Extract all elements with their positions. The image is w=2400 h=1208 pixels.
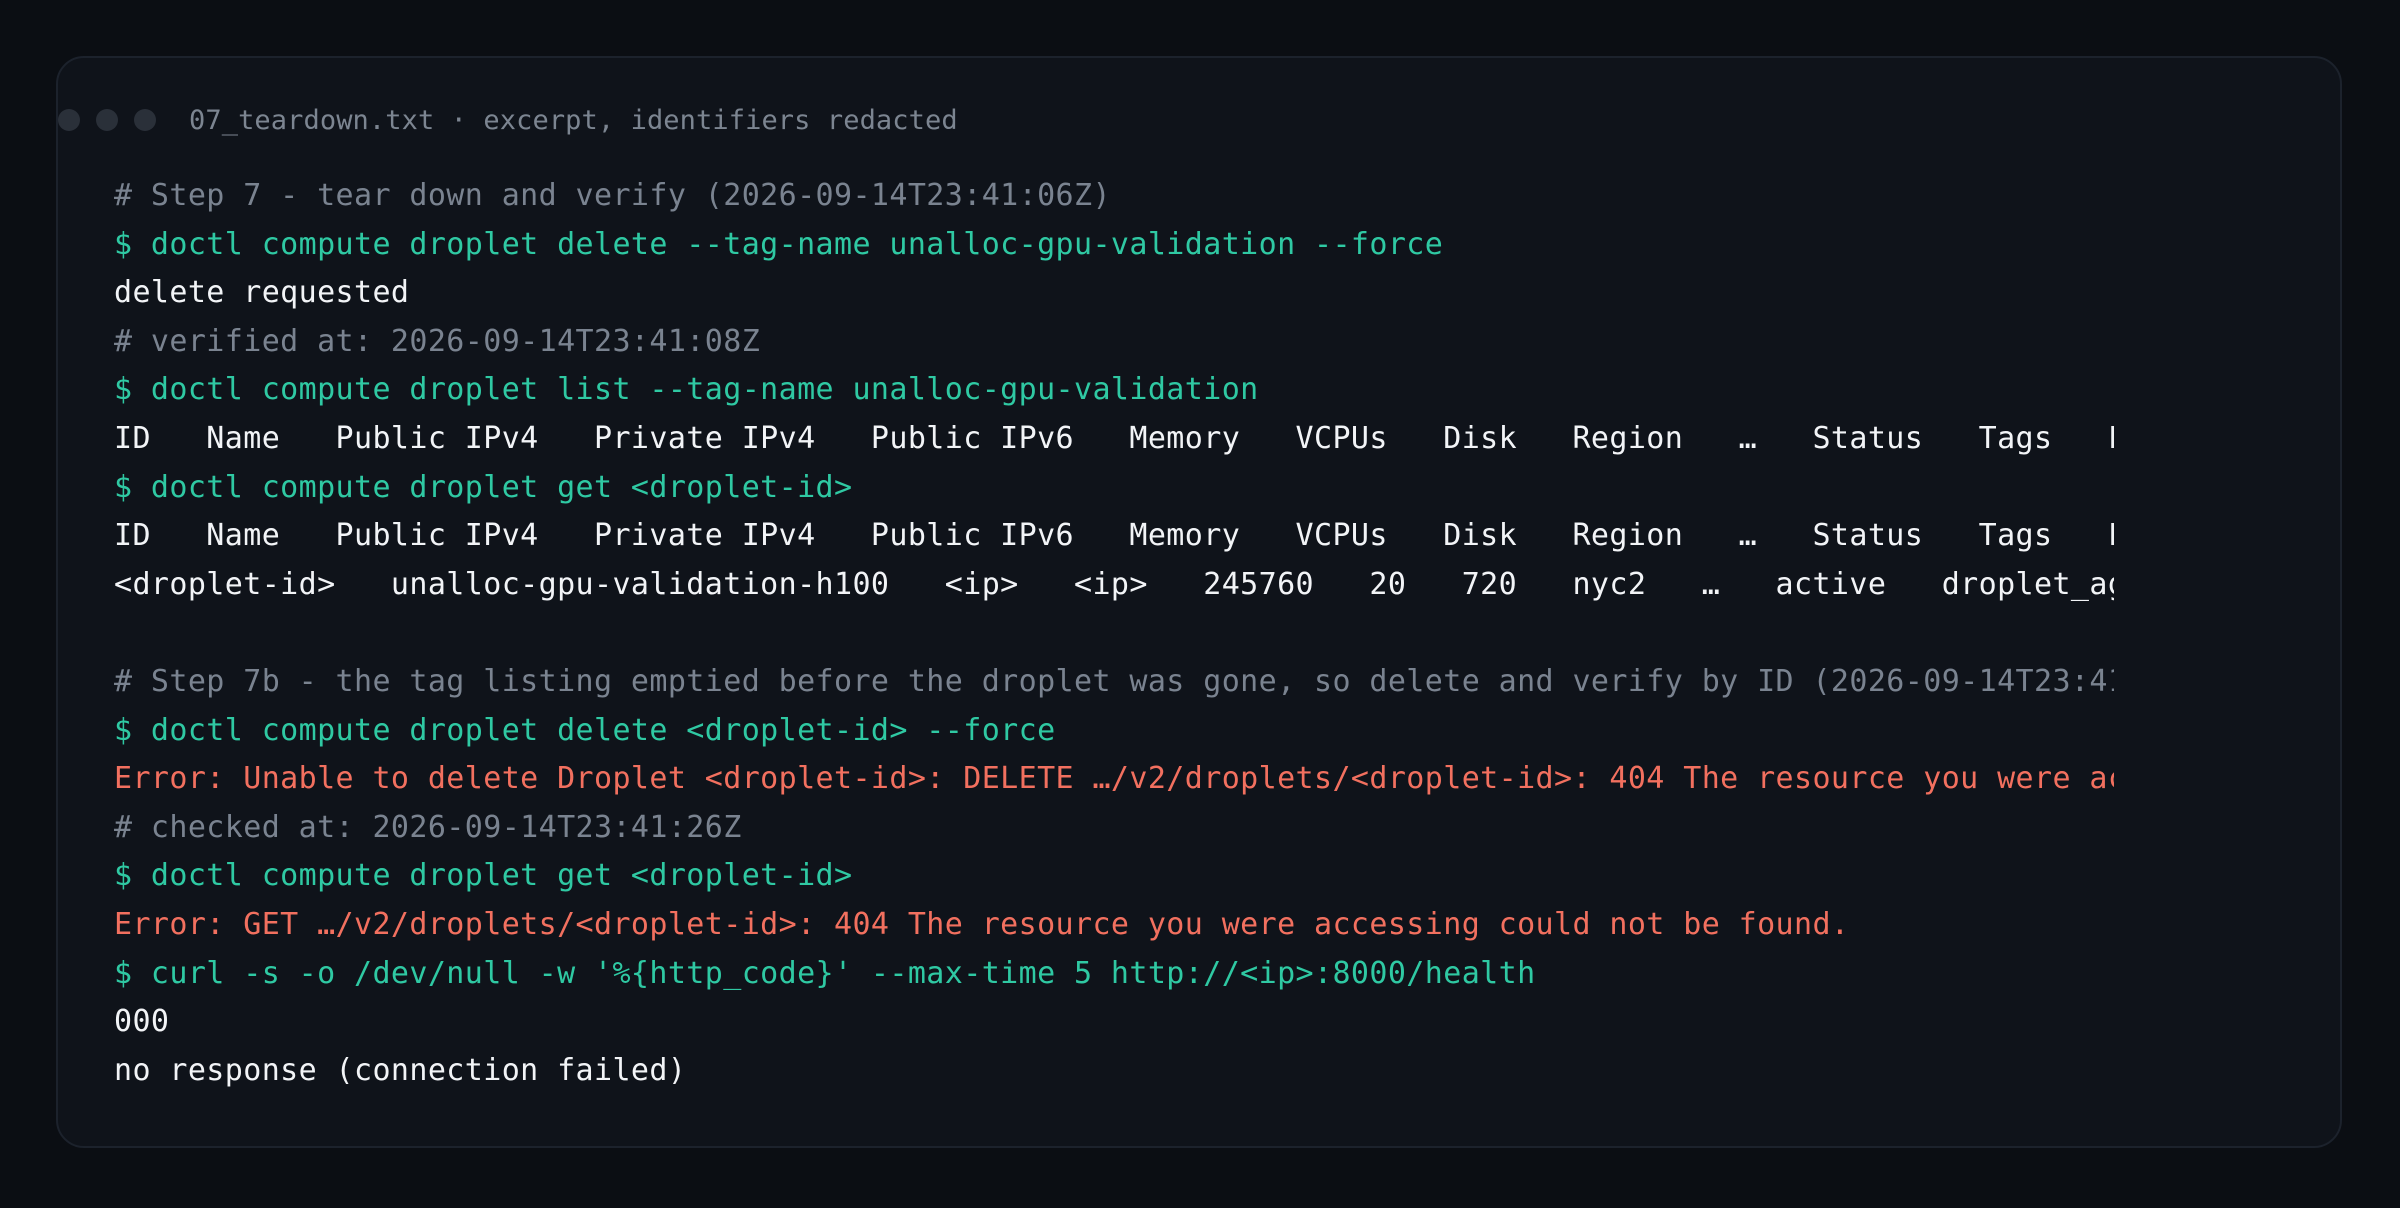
output-line: 000 xyxy=(114,1004,170,1040)
output-line: no response (connection failed) xyxy=(114,1052,687,1088)
command-line: $ doctl compute droplet get <droplet-id> xyxy=(114,469,853,505)
comment-line: # Step 7 - tear down and verify (2026-09… xyxy=(114,178,1111,213)
command-line: $ doctl compute droplet list --tag-name … xyxy=(114,372,1259,408)
output-line: ID Name Public IPv4 Private IPv4 Public … xyxy=(114,420,2114,456)
output-line: <droplet-id> unalloc-gpu-validation-h100… xyxy=(114,566,2114,602)
minimize-dot-icon[interactable] xyxy=(96,109,118,131)
error-line: Error: GET …/v2/droplets/<droplet-id>: 4… xyxy=(114,906,1850,942)
close-dot-icon[interactable] xyxy=(58,109,80,131)
command-line: $ doctl compute droplet delete --tag-nam… xyxy=(114,226,1444,262)
error-line: Error: Unable to delete Droplet <droplet… xyxy=(114,761,2114,797)
command-line: $ doctl compute droplet delete <droplet-… xyxy=(114,712,1056,748)
window-controls xyxy=(58,109,156,131)
comment-line: # Step 7b - the tag listing emptied befo… xyxy=(114,663,2114,699)
title-bar: 07_teardown.txt · excerpt, identifiers r… xyxy=(58,100,958,140)
window-title: 07_teardown.txt · excerpt, identifiers r… xyxy=(189,104,958,136)
command-line: $ curl -s -o /dev/null -w '%{http_code}'… xyxy=(114,955,1536,991)
output-line: ID Name Public IPv4 Private IPv4 Public … xyxy=(114,518,2114,554)
command-line: $ doctl compute droplet get <droplet-id> xyxy=(114,858,853,894)
terminal-output: # Step 7 - tear down and verify (2026-09… xyxy=(114,172,2114,1095)
output-line: delete requested xyxy=(114,275,410,311)
comment-line: # checked at: 2026-09-14T23:41:26Z xyxy=(114,809,742,845)
comment-line: # verified at: 2026-09-14T23:41:08Z xyxy=(114,323,761,359)
maximize-dot-icon[interactable] xyxy=(134,109,156,131)
